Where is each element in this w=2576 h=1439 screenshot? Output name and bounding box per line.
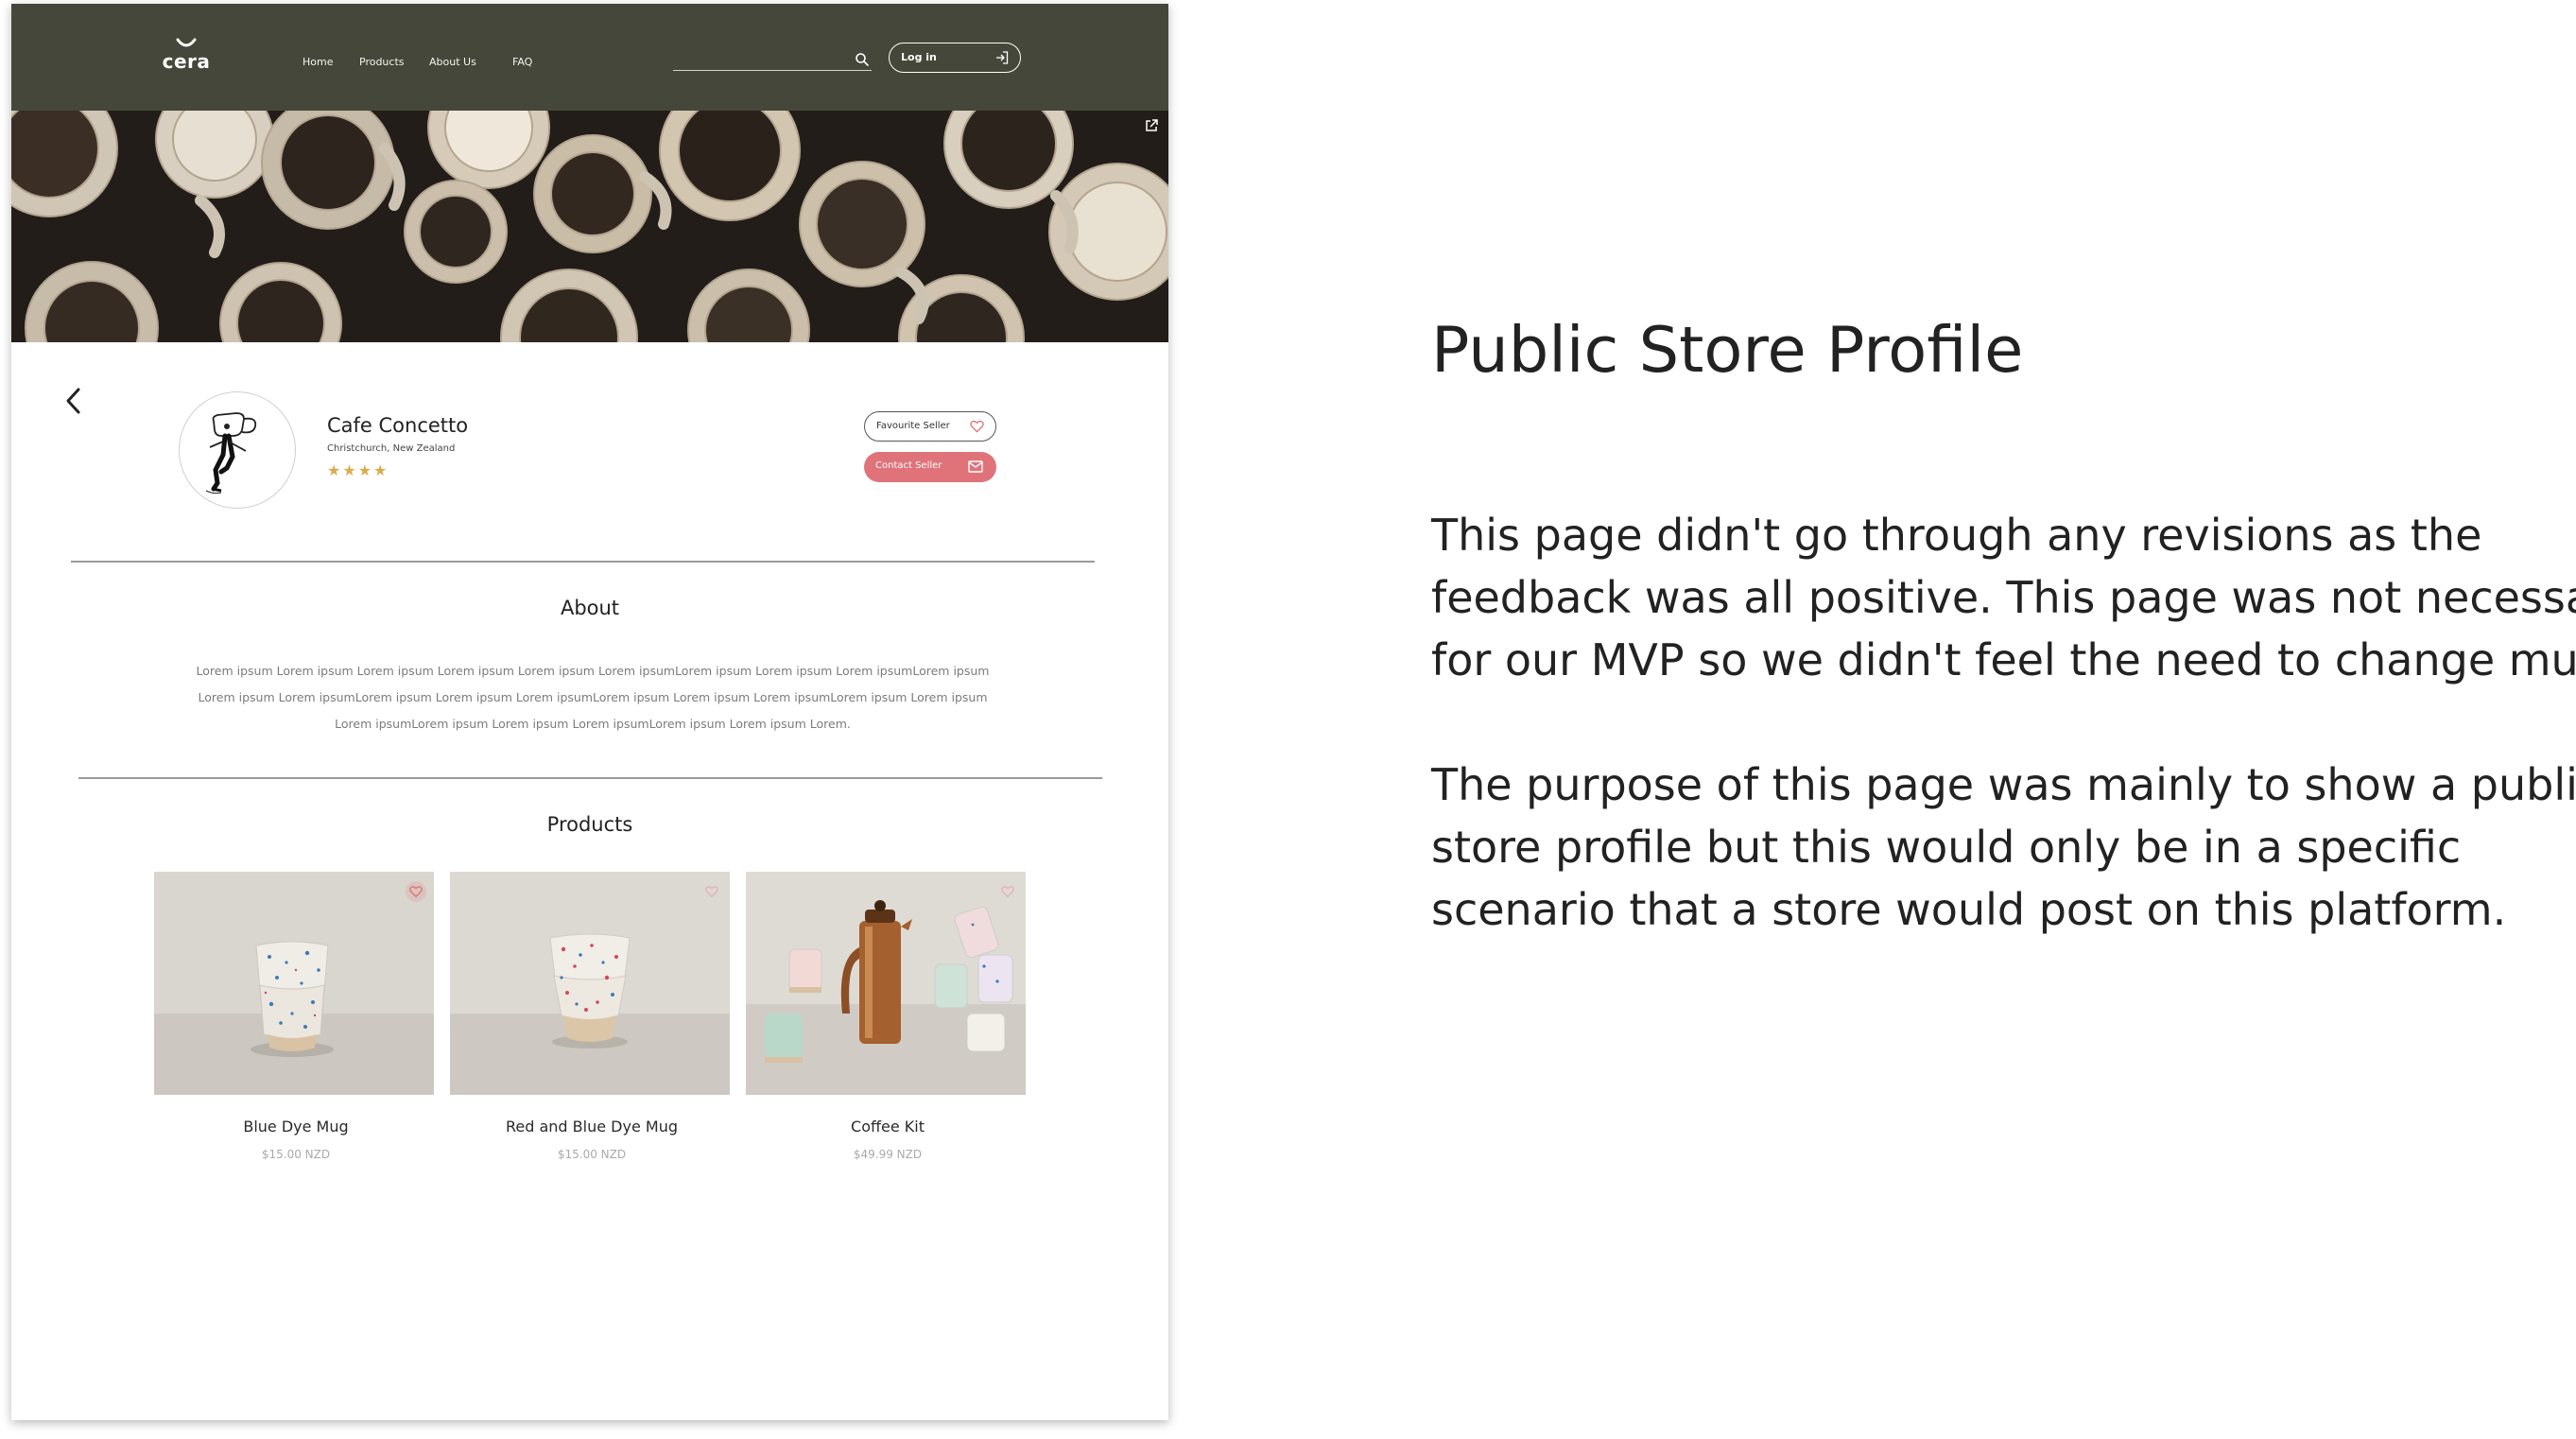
heart-icon (705, 886, 718, 898)
about-text-line: Lorem ipsum Lorem ipsumLorem ipsum Lorem… (198, 690, 988, 704)
login-arrow-icon (996, 51, 1009, 64)
contact-seller-button[interactable]: Contact Seller (864, 452, 996, 482)
description-line: scenario that a store would post on this… (1431, 884, 2507, 935)
store-avatar (179, 391, 296, 509)
store-avatar-illustration-icon (205, 412, 257, 494)
about-heading: About (560, 597, 620, 619)
product-name: Blue Dye Mug (243, 1118, 349, 1136)
heart-icon (409, 886, 423, 898)
nav-link-home[interactable]: Home (303, 56, 333, 68)
product-favourite-button[interactable] (701, 881, 722, 902)
product-price: $49.99 NZD (853, 1148, 923, 1161)
product-card-coffee-kit[interactable]: Coffee Kit $49.99 NZD (746, 872, 1026, 1174)
hero-banner-image (11, 111, 1168, 342)
store-name: Cafe Concetto (327, 414, 469, 437)
description-line: The purpose of this page was mainly to s… (1431, 759, 2576, 810)
search-bar (673, 48, 872, 71)
profile-divider (71, 561, 1095, 563)
product-card-red-and-blue-dye-mug[interactable]: Red and Blue Dye Mug $15.00 NZD (450, 872, 730, 1174)
description-paragraph-1: This page didn't go through any revision… (1431, 504, 2576, 691)
products-heading: Products (546, 813, 633, 836)
product-price: $15.00 NZD (557, 1148, 627, 1161)
about-text-line: Lorem ipsumLorem ipsum Lorem ipsum Lorem… (335, 717, 851, 731)
description-line: store profile but this would only be in … (1431, 822, 2462, 873)
product-image (154, 872, 434, 1095)
contact-seller-label: Contact Seller (875, 460, 942, 471)
nav-link-about-us[interactable]: About Us (429, 56, 476, 68)
product-card-blue-dye-mug[interactable]: Blue Dye Mug $15.00 NZD (154, 872, 434, 1174)
back-chevron-icon[interactable] (63, 386, 84, 416)
product-favourite-button[interactable] (997, 881, 1018, 902)
favourite-seller-button[interactable]: Favourite Seller (864, 411, 996, 442)
product-image (450, 872, 730, 1095)
search-input[interactable] (673, 48, 843, 69)
login-label: Log in (901, 51, 937, 63)
about-text: Lorem ipsum Lorem ipsum Lorem ipsum Lore… (167, 658, 1018, 737)
logo-smile-icon (176, 38, 197, 47)
heart-icon (1001, 886, 1014, 898)
nav-link-faq[interactable]: FAQ (512, 56, 532, 68)
heart-icon (970, 420, 984, 433)
logo-text: cera (162, 50, 211, 73)
product-favourite-button[interactable] (406, 881, 426, 902)
store-rating-stars: ★★★★ (327, 461, 389, 479)
product-image (746, 872, 1026, 1095)
login-button[interactable]: Log in (889, 43, 1021, 73)
description-title: Public Store Profile (1431, 313, 2024, 387)
description-paragraph-2: The purpose of this page was mainly to s… (1431, 754, 2576, 941)
nav-link-products[interactable]: Products (359, 56, 405, 68)
cera-logo[interactable]: cera (153, 38, 219, 85)
about-text-line: Lorem ipsum Lorem ipsum Lorem ipsum Lore… (196, 664, 990, 678)
store-profile-mockup: cera Home Products About Us FAQ Log in C… (11, 4, 1168, 1420)
description-line: for our MVP so we didn't feel the need t… (1431, 634, 2576, 685)
external-link-icon[interactable] (1144, 118, 1159, 133)
product-name: Red and Blue Dye Mug (506, 1118, 678, 1136)
product-price: $15.00 NZD (261, 1148, 331, 1161)
store-location: Christchurch, New Zealand (327, 443, 456, 454)
favourite-seller-label: Favourite Seller (876, 421, 950, 431)
search-icon[interactable] (855, 52, 870, 67)
about-divider (78, 777, 1102, 779)
mail-icon (968, 460, 983, 473)
description-line: feedback was all positive. This page was… (1431, 572, 2576, 623)
product-name: Coffee Kit (851, 1118, 925, 1136)
top-navbar: cera Home Products About Us FAQ Log in (11, 4, 1168, 111)
description-line: This page didn't go through any revision… (1431, 510, 2482, 561)
